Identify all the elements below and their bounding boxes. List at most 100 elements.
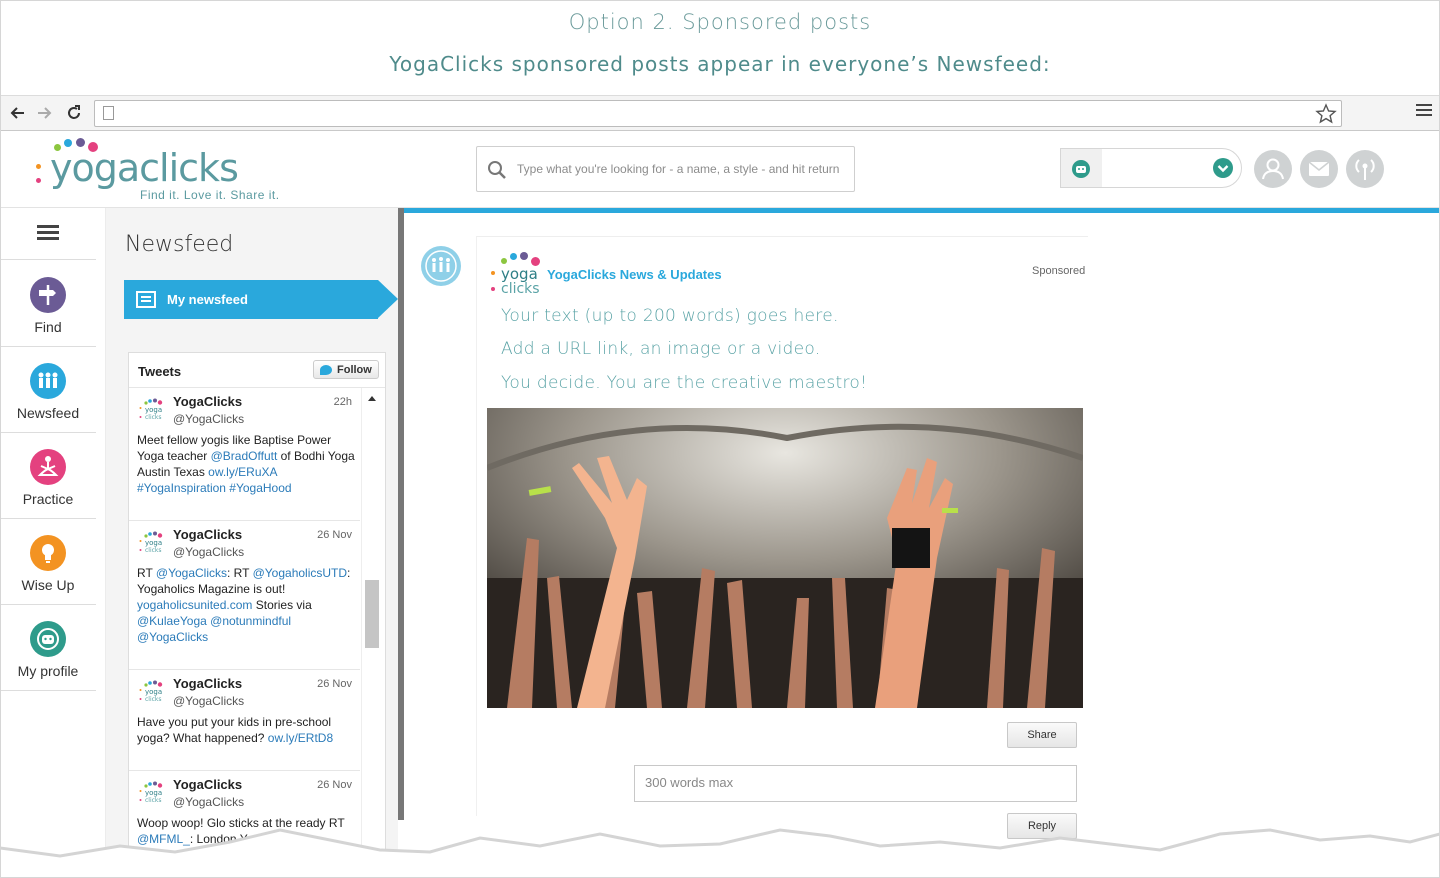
yogaclicks-mini-logo: yoga clicks (138, 531, 166, 555)
address-bar[interactable] (94, 100, 1342, 127)
tweet-author[interactable]: YogaClicks (173, 777, 242, 792)
tweet-link[interactable]: @YogaClicks (156, 566, 227, 580)
twitter-bird-icon (320, 365, 332, 375)
tweet-link[interactable]: yogaholicsunited.com (137, 598, 252, 612)
tweet-item[interactable]: yoga clicks YogaClicks @YogaClicks 26 Nov… (129, 670, 360, 771)
tweet-item[interactable]: yoga clicks YogaClicks @YogaClicks 22h Me… (129, 388, 360, 521)
comment-input[interactable] (645, 775, 1065, 790)
svg-text:yoga: yoga (145, 406, 162, 414)
sidebar-item-wise-up[interactable]: Wise Up (0, 519, 96, 605)
tweet-text: : RT (227, 566, 253, 580)
tweet-text: RT (137, 566, 156, 580)
post-source-link[interactable]: YogaClicks News & Updates (547, 267, 722, 282)
yogaclicks-logo[interactable]: yogaclicks Find it. Love it. Share it. (30, 136, 290, 206)
newsfeed-title: Newsfeed (125, 232, 234, 257)
left-sidebar: Find Newsfeed Practice Wise Up My profil… (0, 208, 106, 878)
forward-arrow-icon[interactable] (34, 102, 56, 124)
post-text-line: Add a URL link, an image or a video. (501, 339, 821, 359)
svg-text:clicks: clicks (145, 797, 162, 804)
tweet-handle[interactable]: @YogaClicks (173, 412, 244, 426)
scrollbar-thumb[interactable] (365, 580, 379, 648)
tweet-author[interactable]: YogaClicks (173, 394, 242, 409)
tweet-handle[interactable]: @YogaClicks (173, 545, 244, 559)
yoga-pose-icon (30, 449, 66, 485)
people-icon (30, 363, 66, 399)
tweet-body: RT @YogaClicks: RT @YogaholicsUTD: Yogah… (137, 565, 355, 645)
search-box[interactable] (476, 146, 855, 192)
tweets-title: Tweets (138, 364, 182, 379)
tweet-link[interactable]: @BradOffutt (211, 449, 278, 463)
tweet-text: Stories via (252, 598, 312, 612)
broadcast-icon[interactable] (1346, 150, 1384, 188)
newspaper-icon (136, 291, 156, 308)
post-image[interactable] (487, 408, 1083, 708)
tweet-time[interactable]: 26 Nov (317, 779, 352, 791)
scroll-up-arrow-icon[interactable] (368, 396, 376, 401)
tweet-link[interactable]: @YogaholicsUTD (253, 566, 347, 580)
post-text-line: You decide. You are the creative maestro… (501, 373, 868, 393)
sidebar-item-label: Newsfeed (16, 405, 80, 421)
tweet-body: Have you put your kids in pre-school yog… (137, 714, 355, 746)
tweet-handle[interactable]: @YogaClicks (173, 795, 244, 809)
tweet-author[interactable]: YogaClicks (173, 527, 242, 542)
logo-word: yogaclicks (50, 146, 239, 190)
search-icon (487, 160, 507, 180)
comment-field[interactable] (634, 765, 1077, 802)
mail-icon[interactable] (1300, 150, 1338, 188)
svg-text:yoga: yoga (145, 688, 162, 696)
tweets-widget: Tweets Follow yoga clicks YogaClicks @Yog… (128, 352, 386, 878)
sidebar-item-practice[interactable]: Practice (0, 433, 96, 519)
back-arrow-icon[interactable] (6, 102, 28, 124)
tweet-link[interactable]: #YogaInspiration #YogaHood (137, 481, 292, 495)
tweet-time[interactable]: 22h (334, 396, 352, 408)
post-author-avatar[interactable] (421, 246, 461, 286)
sidebar-item-label: My profile (17, 663, 79, 679)
tweet-time[interactable]: 26 Nov (317, 678, 352, 690)
yogaclicks-post-logo[interactable]: yoga clicks (488, 250, 544, 297)
tweet-item[interactable]: yoga clicks YogaClicks @YogaClicks 26 Nov… (129, 521, 360, 670)
yogaclicks-mini-logo: yoga clicks (138, 680, 166, 704)
tweet-link[interactable]: ow.ly/ERuXA (208, 465, 277, 479)
browser-toolbar (0, 95, 1440, 131)
profile-icon[interactable] (1254, 150, 1292, 188)
user-avatar (1061, 149, 1102, 187)
logo-tagline: Find it. Love it. Share it. (140, 188, 280, 202)
tweets-scrollbar[interactable] (361, 388, 385, 877)
svg-text:yoga: yoga (145, 789, 162, 797)
tweet-handle[interactable]: @YogaClicks (173, 694, 244, 708)
sidebar-item-find[interactable]: Find (0, 261, 96, 347)
tweet-body: Meet fellow yogis like Baptise Power Yog… (137, 432, 355, 496)
tweet-time[interactable]: 26 Nov (317, 529, 352, 541)
tweet-link[interactable]: ow.ly/ERtD8 (268, 731, 333, 745)
accent-rule (404, 208, 1440, 213)
svg-text:clicks: clicks (145, 547, 162, 554)
lightbulb-icon (30, 535, 66, 571)
chevron-down-icon[interactable] (1213, 158, 1233, 178)
sidebar-item-label: Practice (22, 491, 74, 507)
tweets-header: Tweets Follow (129, 353, 385, 388)
user-select[interactable] (1060, 148, 1242, 188)
follow-button[interactable]: Follow (313, 360, 379, 379)
tweet-link[interactable]: @KulaeYoga (137, 614, 207, 628)
tab-label: My newsfeed (167, 292, 248, 307)
column-divider (398, 208, 404, 820)
sidebar-item-newsfeed[interactable]: Newsfeed (0, 347, 96, 433)
page: Option 2. Sponsored posts YogaClicks spo… (0, 0, 1440, 878)
yogaclicks-mini-logo: yoga clicks (138, 781, 166, 805)
site-header: yogaclicks Find it. Love it. Share it. (0, 132, 1440, 208)
tweet-author[interactable]: YogaClicks (173, 676, 242, 691)
tab-my-newsfeed[interactable]: My newsfeed (124, 280, 398, 319)
svg-text:clicks: clicks (145, 414, 162, 421)
newsfeed-column: Newsfeed My newsfeed Tweets Follow yoga c… (106, 208, 398, 878)
svg-text:yoga: yoga (145, 539, 162, 547)
share-button[interactable]: Share (1007, 722, 1077, 748)
reload-icon[interactable] (63, 102, 85, 124)
hamburger-menu-icon[interactable] (0, 208, 96, 260)
sidebar-item-my-profile[interactable]: My profile (0, 605, 96, 691)
search-input[interactable] (517, 159, 847, 179)
slide-subheading: YogaClicks sponsored posts appear in eve… (389, 52, 1051, 76)
torn-paper-edge (0, 828, 1440, 878)
menu-icon[interactable] (1416, 104, 1432, 120)
star-icon[interactable] (1315, 103, 1337, 125)
sponsored-label: Sponsored (1032, 265, 1086, 277)
